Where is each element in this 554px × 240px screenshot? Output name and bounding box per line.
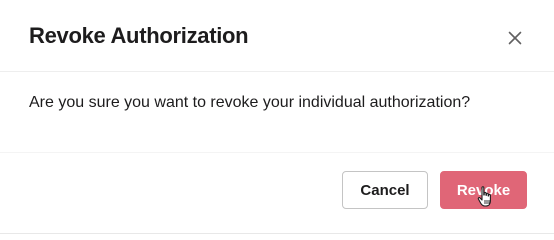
confirmation-message: Are you sure you want to revoke your ind… bbox=[29, 94, 471, 111]
close-button[interactable] bbox=[502, 25, 528, 51]
close-icon bbox=[508, 31, 522, 45]
dialog-body: Are you sure you want to revoke your ind… bbox=[0, 72, 554, 152]
revoke-button[interactable]: Revoke bbox=[440, 171, 527, 209]
revoke-authorization-dialog: Revoke Authorization Are you sure you wa… bbox=[0, 0, 554, 234]
dialog-header: Revoke Authorization bbox=[0, 0, 554, 72]
dialog-footer: Cancel Revoke bbox=[0, 152, 554, 234]
cancel-button[interactable]: Cancel bbox=[342, 171, 428, 209]
dialog-title: Revoke Authorization bbox=[29, 23, 249, 48]
